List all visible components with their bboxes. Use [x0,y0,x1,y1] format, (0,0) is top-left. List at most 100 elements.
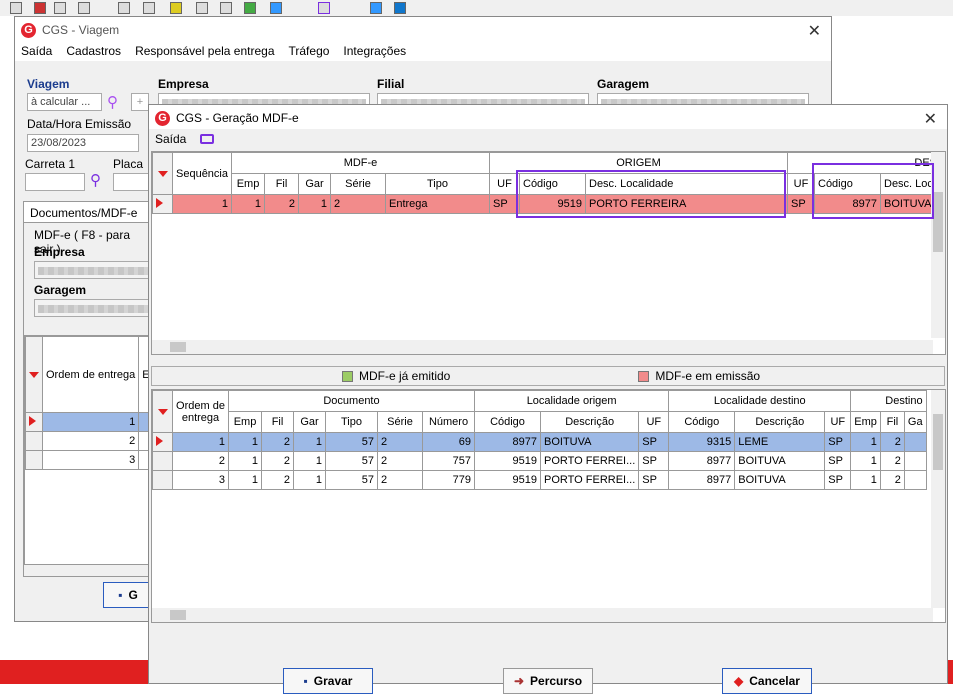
cell: 1 [228,470,262,490]
window-title: CGS - Geração MDF-e [176,111,299,125]
toolbar-icon[interactable] [54,2,66,14]
cell: SP [824,470,852,490]
col-tipo: Tipo [325,411,378,433]
emitido-swatch [342,370,353,382]
col-fil: Fil [261,411,294,433]
percurso-button[interactable]: ➜ Percurso [503,668,593,694]
gravar-button-back[interactable]: ▪ G [103,582,153,608]
toolbar-icon[interactable] [220,2,232,14]
cell: 1 [850,470,881,490]
horizontal-scrollbar[interactable] [152,608,933,622]
cell: 2 [330,194,386,214]
cgs-logo-icon: G [155,110,170,126]
cancelar-button[interactable]: ◆ Cancelar [722,668,812,694]
col-uf: UF [638,411,670,433]
toolbar-icon[interactable] [143,2,155,14]
cell: 2 [879,470,905,490]
col-ga-dest: Ga [903,411,927,433]
cell: SP [824,432,852,452]
col-emp-dest: Emp [850,411,881,433]
menu-saida[interactable]: Saída [21,44,52,58]
cell: 1 [41,412,140,432]
legend-emissao: MDF-e em emissão [655,369,761,383]
monitor-icon[interactable] [318,2,330,14]
table-row[interactable]: 3 1 2 1 57 2 779 9519 PORTO FERREI... SP… [152,470,927,490]
cell: 9315 [668,432,736,452]
data-emissao-input[interactable]: 23/08/2023 [27,134,139,152]
toolbar-icon[interactable] [34,2,46,14]
col-sequencia: Sequência [172,152,232,195]
col-serie: Série [330,173,386,195]
toolbar-icon[interactable] [10,2,22,14]
tab-documentos-mdfe[interactable]: Documentos/MDF-e [23,201,153,223]
group-localidade-destino: Localidade destino [668,390,852,412]
highlight-origem [516,170,786,218]
placa-input[interactable] [113,173,153,191]
close-icon[interactable]: ✕ [808,21,821,41]
cell: SP [638,451,670,471]
toolbar-icon[interactable] [270,2,282,14]
cell: BOITUVA [734,470,826,490]
add-icon[interactable]: + [131,93,149,111]
cell [903,451,927,471]
table-row[interactable]: 1 1 2 1 57 2 69 8977 BOITUVA SP 9315 LEM… [152,432,927,452]
header-indicator [152,390,173,433]
search-icon[interactable]: ⚲ [107,93,118,111]
cell: 779 [422,470,475,490]
cell: 9519 [474,470,541,490]
viagem-input[interactable]: à calcular ... [27,93,102,111]
gravar-button[interactable]: ▪ Gravar [283,668,373,694]
cell: BOITUVA [734,451,826,471]
menu-integracoes[interactable]: Integrações [343,44,406,58]
cell: PORTO FERREI... [539,470,640,490]
cell: 2 [41,431,140,451]
viagem-label: Viagem [27,77,70,91]
col-serie: Série [377,411,423,433]
cell: LEME [734,432,826,452]
tools-icon[interactable] [370,2,382,14]
group-mdfe: MDF-e [231,152,490,174]
cell: 57 [325,470,378,490]
group-localidade-origem: Localidade origem [473,390,670,412]
menu-cadastros[interactable]: Cadastros [66,44,121,58]
cell: 1 [172,432,229,452]
mdfe-titlebar: G CGS - Geração MDF-e ✕ [149,105,947,131]
col-fil-dest: Fil [879,411,905,433]
toolbar-icon[interactable] [244,2,256,14]
mdfe-window: G CGS - Geração MDF-e ✕ Saída Sequência … [148,104,948,694]
close-icon[interactable]: ✕ [924,109,937,129]
header-indicator [25,336,43,413]
app-icon[interactable] [394,2,406,14]
cell: BOITUVA [539,432,640,452]
monitor-icon[interactable] [200,134,215,144]
col-codigo-dest: Código [668,411,736,433]
toolbar-icon[interactable] [170,2,182,14]
placa-label: Placa [113,157,144,171]
header-indicator [152,152,173,195]
cell: 757 [422,451,475,471]
cell: PORTO FERREI... [539,451,640,471]
carreta-input[interactable] [25,173,85,191]
menu-trafego[interactable]: Tráfego [289,44,330,58]
cell: SP [824,451,852,471]
search-icon[interactable]: ⚲ [90,171,101,189]
vertical-scrollbar[interactable] [931,390,945,608]
cell [903,432,927,452]
col-descricao-dest: Descrição [734,411,826,433]
menu-bar: Saída [149,129,947,149]
emissao-swatch [638,370,650,382]
back-grid: Ordem de entrega Emp Fi 11 21 31 [24,335,186,565]
button-label: Cancelar [749,674,800,688]
table-row[interactable]: 2 1 2 1 57 2 757 9519 PORTO FERREI... SP… [152,451,927,471]
toolbar-icon[interactable] [118,2,130,14]
col-ordem: Ordem de entrega [41,336,140,413]
menu-responsavel[interactable]: Responsável pela entrega [135,44,274,58]
toolbar-icon[interactable] [196,2,208,14]
menu-saida[interactable]: Saída [155,132,186,146]
toolbar-icon[interactable] [78,2,90,14]
horizontal-scrollbar[interactable] [152,340,933,354]
col-numero: Número [422,411,475,433]
col-gar: Gar [298,173,331,195]
cell: 2 [377,470,423,490]
cell: 2 [377,451,423,471]
